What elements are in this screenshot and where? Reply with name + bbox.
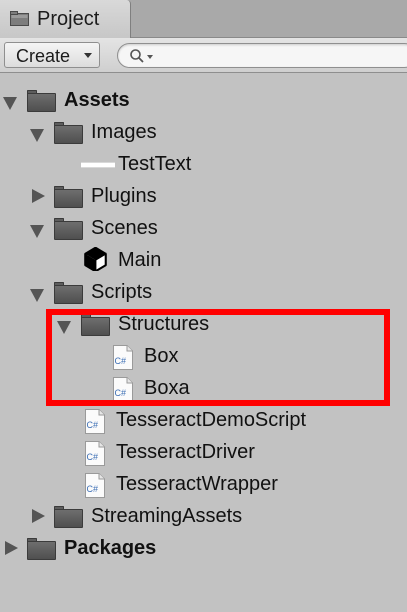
csharp-file-icon: C# <box>83 441 112 466</box>
search-filter-caret-icon[interactable] <box>147 55 153 59</box>
folder-icon <box>10 11 29 26</box>
folder-icon <box>27 90 56 112</box>
tree-item-label: Scripts <box>91 281 153 303</box>
toolbar: Create <box>0 38 407 73</box>
create-button[interactable]: Create <box>4 42 100 68</box>
tree-item-label: TesseractDemoScript <box>116 409 307 431</box>
csharp-file-icon: C# <box>111 377 140 402</box>
tree-item-tesseractwrapper[interactable]: C# TesseractWrapper <box>0 468 407 500</box>
folder-icon <box>54 218 83 240</box>
chevron-down-icon <box>84 53 92 58</box>
tree-item-packages[interactable]: Packages <box>0 532 407 564</box>
svg-text:C#: C# <box>87 484 99 494</box>
svg-text:C#: C# <box>115 356 127 366</box>
expand-arrow-icon[interactable] <box>3 97 17 110</box>
expand-arrow-icon[interactable] <box>30 225 44 238</box>
tree-item-label: Main <box>118 249 162 271</box>
tree-item-label: Assets <box>64 89 130 111</box>
csharp-file-icon: C# <box>83 473 112 498</box>
csharp-file-icon: C# <box>111 345 140 370</box>
tree-item-label: Images <box>91 121 157 143</box>
tree-item-images[interactable]: Images <box>0 116 407 148</box>
search-icon[interactable] <box>129 48 145 64</box>
tree-item-label: TestText <box>118 153 192 175</box>
folder-icon <box>54 282 83 304</box>
tree-item-testtext[interactable]: TestText <box>0 148 407 180</box>
tree-item-tesseractdriver[interactable]: C# TesseractDriver <box>0 436 407 468</box>
tree-item-box[interactable]: C# Box <box>0 340 407 372</box>
collapse-arrow-icon[interactable] <box>5 541 18 555</box>
tree-item-label: Packages <box>64 537 157 559</box>
tree-item-tesseractdemoscript[interactable]: C# TesseractDemoScript <box>0 404 407 436</box>
folder-icon <box>27 538 56 560</box>
expand-arrow-icon[interactable] <box>30 289 44 302</box>
search-input[interactable] <box>154 46 404 65</box>
tree-item-main[interactable]: Main <box>0 244 407 276</box>
svg-text:C#: C# <box>87 420 99 430</box>
tree-item-label: TesseractDriver <box>116 441 255 463</box>
tree-item-label: Boxa <box>144 377 190 399</box>
folder-icon <box>54 122 83 144</box>
tree-item-streamingassets[interactable]: StreamingAssets <box>0 500 407 532</box>
tab-label: Project <box>37 8 100 30</box>
tree-item-label: Scenes <box>91 217 158 239</box>
project-tree: Assets Images TestText Plugins Scenes Ma… <box>0 74 407 612</box>
csharp-file-icon: C# <box>83 409 112 434</box>
text-asset-icon <box>81 154 115 176</box>
tree-item-scenes[interactable]: Scenes <box>0 212 407 244</box>
tab-strip: Project <box>0 0 407 38</box>
unity-scene-icon <box>84 247 107 271</box>
tree-item-assets[interactable]: Assets <box>0 84 407 116</box>
tab-project[interactable]: Project <box>0 0 131 38</box>
tree-item-structures[interactable]: Structures <box>0 308 407 340</box>
create-button-label: Create <box>16 46 71 66</box>
tree-item-label: Structures <box>118 313 210 335</box>
collapse-arrow-icon[interactable] <box>32 189 45 203</box>
svg-text:C#: C# <box>115 388 127 398</box>
tree-item-boxa[interactable]: C# Boxa <box>0 372 407 404</box>
folder-icon <box>54 506 83 528</box>
tree-item-plugins[interactable]: Plugins <box>0 180 407 212</box>
collapse-arrow-icon[interactable] <box>32 509 45 523</box>
expand-arrow-icon[interactable] <box>30 129 44 142</box>
expand-arrow-icon[interactable] <box>57 321 71 334</box>
tree-item-label: StreamingAssets <box>91 505 243 527</box>
tree-item-label: TesseractWrapper <box>116 473 278 495</box>
search-box[interactable] <box>117 43 407 68</box>
svg-text:C#: C# <box>87 452 99 462</box>
tree-item-label: Plugins <box>91 185 157 207</box>
tree-item-scripts[interactable]: Scripts <box>0 276 407 308</box>
folder-icon <box>81 314 110 336</box>
tree-item-label: Box <box>144 345 179 367</box>
folder-icon <box>54 186 83 208</box>
